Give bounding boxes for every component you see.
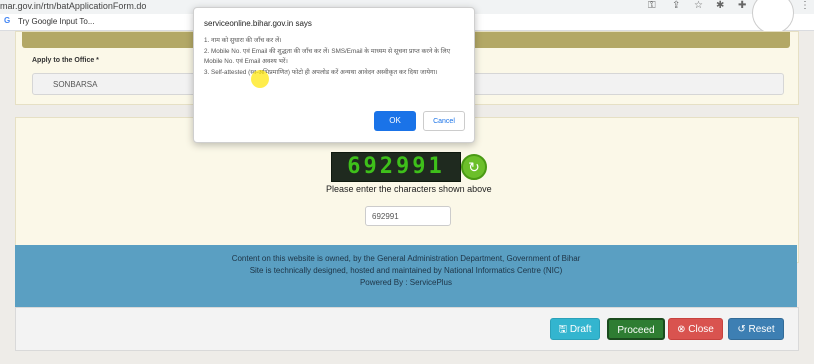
captcha-image: 692991 [331,152,461,182]
dialog-message: 1. नाम को सुधारा की जाँच कर लें। 2. Mobi… [204,36,466,78]
dialog-title: serviceonline.bihar.gov.in says [204,19,312,28]
close-icon: ⊗ [677,324,689,335]
captcha-hint: Please enter the characters shown above [326,184,492,194]
extensions-icon[interactable]: ✱ [716,0,724,11]
site-footer: Content on this website is owned, by the… [15,245,797,307]
bookmark-item[interactable]: Try Google Input To... [18,17,94,26]
footer-line-powered: Powered By : ServicePlus [359,278,453,287]
save-icon: 🖫 [558,324,570,335]
close-label: Close [688,324,714,335]
ok-button[interactable]: OK [374,111,416,131]
dialog-line-2: 2. Mobile No. एवं Email की शुद्धता की जा… [204,47,451,66]
star-icon[interactable]: ☆ [694,0,703,11]
close-button[interactable]: ⊗ Close [668,318,723,340]
cancel-button[interactable]: Cancel [423,111,465,131]
draft-button[interactable]: 🖫 Draft [550,318,600,340]
proceed-button[interactable]: Proceed [607,318,665,340]
reset-button[interactable]: ↺ Reset [728,318,784,340]
google-icon: G [4,16,11,25]
more-icon[interactable]: ⋮ [800,0,810,11]
share-icon[interactable]: ⇪ [672,0,680,11]
key-icon[interactable]: ⚿ [648,0,656,11]
dialog-line-3: 3. Self-attested (स्व-अभिप्रमाणित) फोटो … [204,68,438,76]
url-text[interactable]: mar.gov.in/rtn/batApplicationForm.do [0,1,146,11]
pin-icon[interactable]: ✚ [738,0,746,11]
alert-dialog: serviceonline.bihar.gov.in says 1. नाम क… [193,7,475,143]
refresh-captcha-icon[interactable]: ↻ [461,154,487,180]
action-bar: 🖫 Draft Proceed ⊗ Close ↺ Reset [15,307,799,351]
footer-line-ownership: Content on this website is owned, by the… [231,254,581,263]
captcha-input[interactable]: 692991 [365,206,451,226]
draft-label: Draft [569,324,592,335]
mouse-cursor-highlight [251,70,269,88]
footer-line-nic: Site is technically designed, hosted and… [249,266,563,275]
reset-label: Reset [748,324,775,335]
reset-icon: ↺ [737,324,749,335]
office-label: Apply to the Office * [32,57,99,64]
dialog-line-1: 1. नाम को सुधारा की जाँच कर लें। [204,37,282,44]
